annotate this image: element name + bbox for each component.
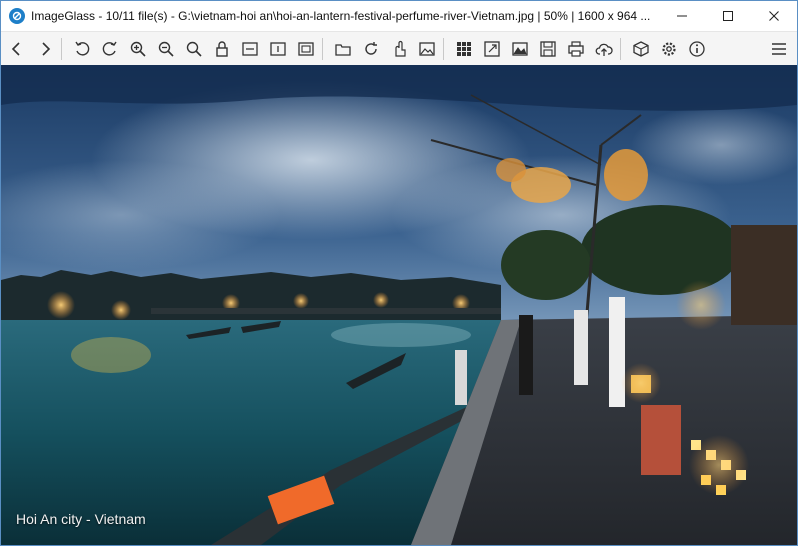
go-to-image-icon (395, 40, 406, 57)
toolbar-separator (443, 37, 444, 60)
info-icon (689, 40, 705, 57)
refresh-icon (365, 41, 377, 55)
main-menu-button[interactable] (767, 37, 791, 61)
toolbar-separator (61, 37, 62, 60)
maximize-icon (723, 11, 733, 21)
thumbnail-bar-icon (457, 41, 471, 56)
slideshow-icon (512, 41, 528, 56)
rotate-right-icon (102, 41, 117, 56)
go-to-image-button[interactable] (387, 37, 411, 61)
image-viewer[interactable]: Hoi An city - Vietnam (1, 65, 797, 545)
lock-zoom-icon (216, 40, 228, 57)
actual-size-icon (186, 41, 202, 57)
save-button[interactable] (536, 37, 560, 61)
refresh-button[interactable] (359, 37, 383, 61)
auto-zoom-icon (298, 41, 314, 56)
forward-button[interactable] (33, 37, 57, 61)
toolbar (1, 31, 797, 66)
minimize-icon (677, 15, 687, 17)
lock-zoom-button[interactable] (210, 37, 234, 61)
fullscreen-icon (484, 40, 500, 57)
open-file-icon (335, 43, 351, 56)
print-icon (568, 40, 584, 57)
window-title: ImageGlass - 10/11 file(s) - G:\vietnam-… (31, 9, 651, 23)
open-file-button[interactable] (331, 37, 355, 61)
image-caption: Hoi An city - Vietnam (16, 511, 146, 527)
actual-size-button[interactable] (182, 37, 206, 61)
plugins-icon (633, 40, 649, 57)
scale-height-icon (270, 41, 286, 56)
title-bar[interactable]: ImageGlass - 10/11 file(s) - G:\vietnam-… (1, 1, 797, 31)
imageglass-logo-icon (9, 8, 25, 24)
gallery-icon (419, 41, 435, 56)
about-button[interactable] (685, 37, 709, 61)
maximize-button[interactable] (705, 1, 751, 31)
rotate-left-icon (75, 41, 90, 56)
zoom-in-button[interactable] (126, 37, 150, 61)
hamburger-menu-icon (772, 42, 786, 55)
toolbar-separator (322, 37, 323, 60)
zoom-out-button[interactable] (154, 37, 178, 61)
settings-button[interactable] (657, 37, 681, 61)
scale-height-button[interactable] (266, 37, 290, 61)
close-icon (769, 11, 779, 21)
forward-icon (42, 41, 51, 56)
slideshow-button[interactable] (508, 37, 532, 61)
print-button[interactable] (564, 37, 588, 61)
upload-icon (595, 43, 613, 56)
thumbnail-bar-button[interactable] (452, 37, 476, 61)
zoom-in-icon (130, 41, 146, 57)
plugins-button[interactable] (629, 37, 653, 61)
imageglass-window: ImageGlass - 10/11 file(s) - G:\vietnam-… (0, 0, 798, 546)
rotate-left-button[interactable] (70, 37, 94, 61)
gallery-button[interactable] (415, 37, 439, 61)
back-icon (11, 41, 20, 56)
hoi-an-lantern-festival-photo (1, 65, 797, 545)
scale-width-icon (242, 41, 258, 56)
toolbar-separator (620, 37, 621, 60)
zoom-out-icon (158, 41, 174, 57)
save-icon (540, 40, 556, 57)
gear-icon (662, 41, 676, 56)
upload-button[interactable] (592, 37, 616, 61)
back-button[interactable] (5, 37, 29, 61)
rotate-right-button[interactable] (98, 37, 122, 61)
auto-zoom-button[interactable] (294, 37, 318, 61)
fullscreen-button[interactable] (480, 37, 504, 61)
close-button[interactable] (751, 1, 797, 31)
minimize-button[interactable] (659, 1, 705, 31)
scale-width-button[interactable] (238, 37, 262, 61)
